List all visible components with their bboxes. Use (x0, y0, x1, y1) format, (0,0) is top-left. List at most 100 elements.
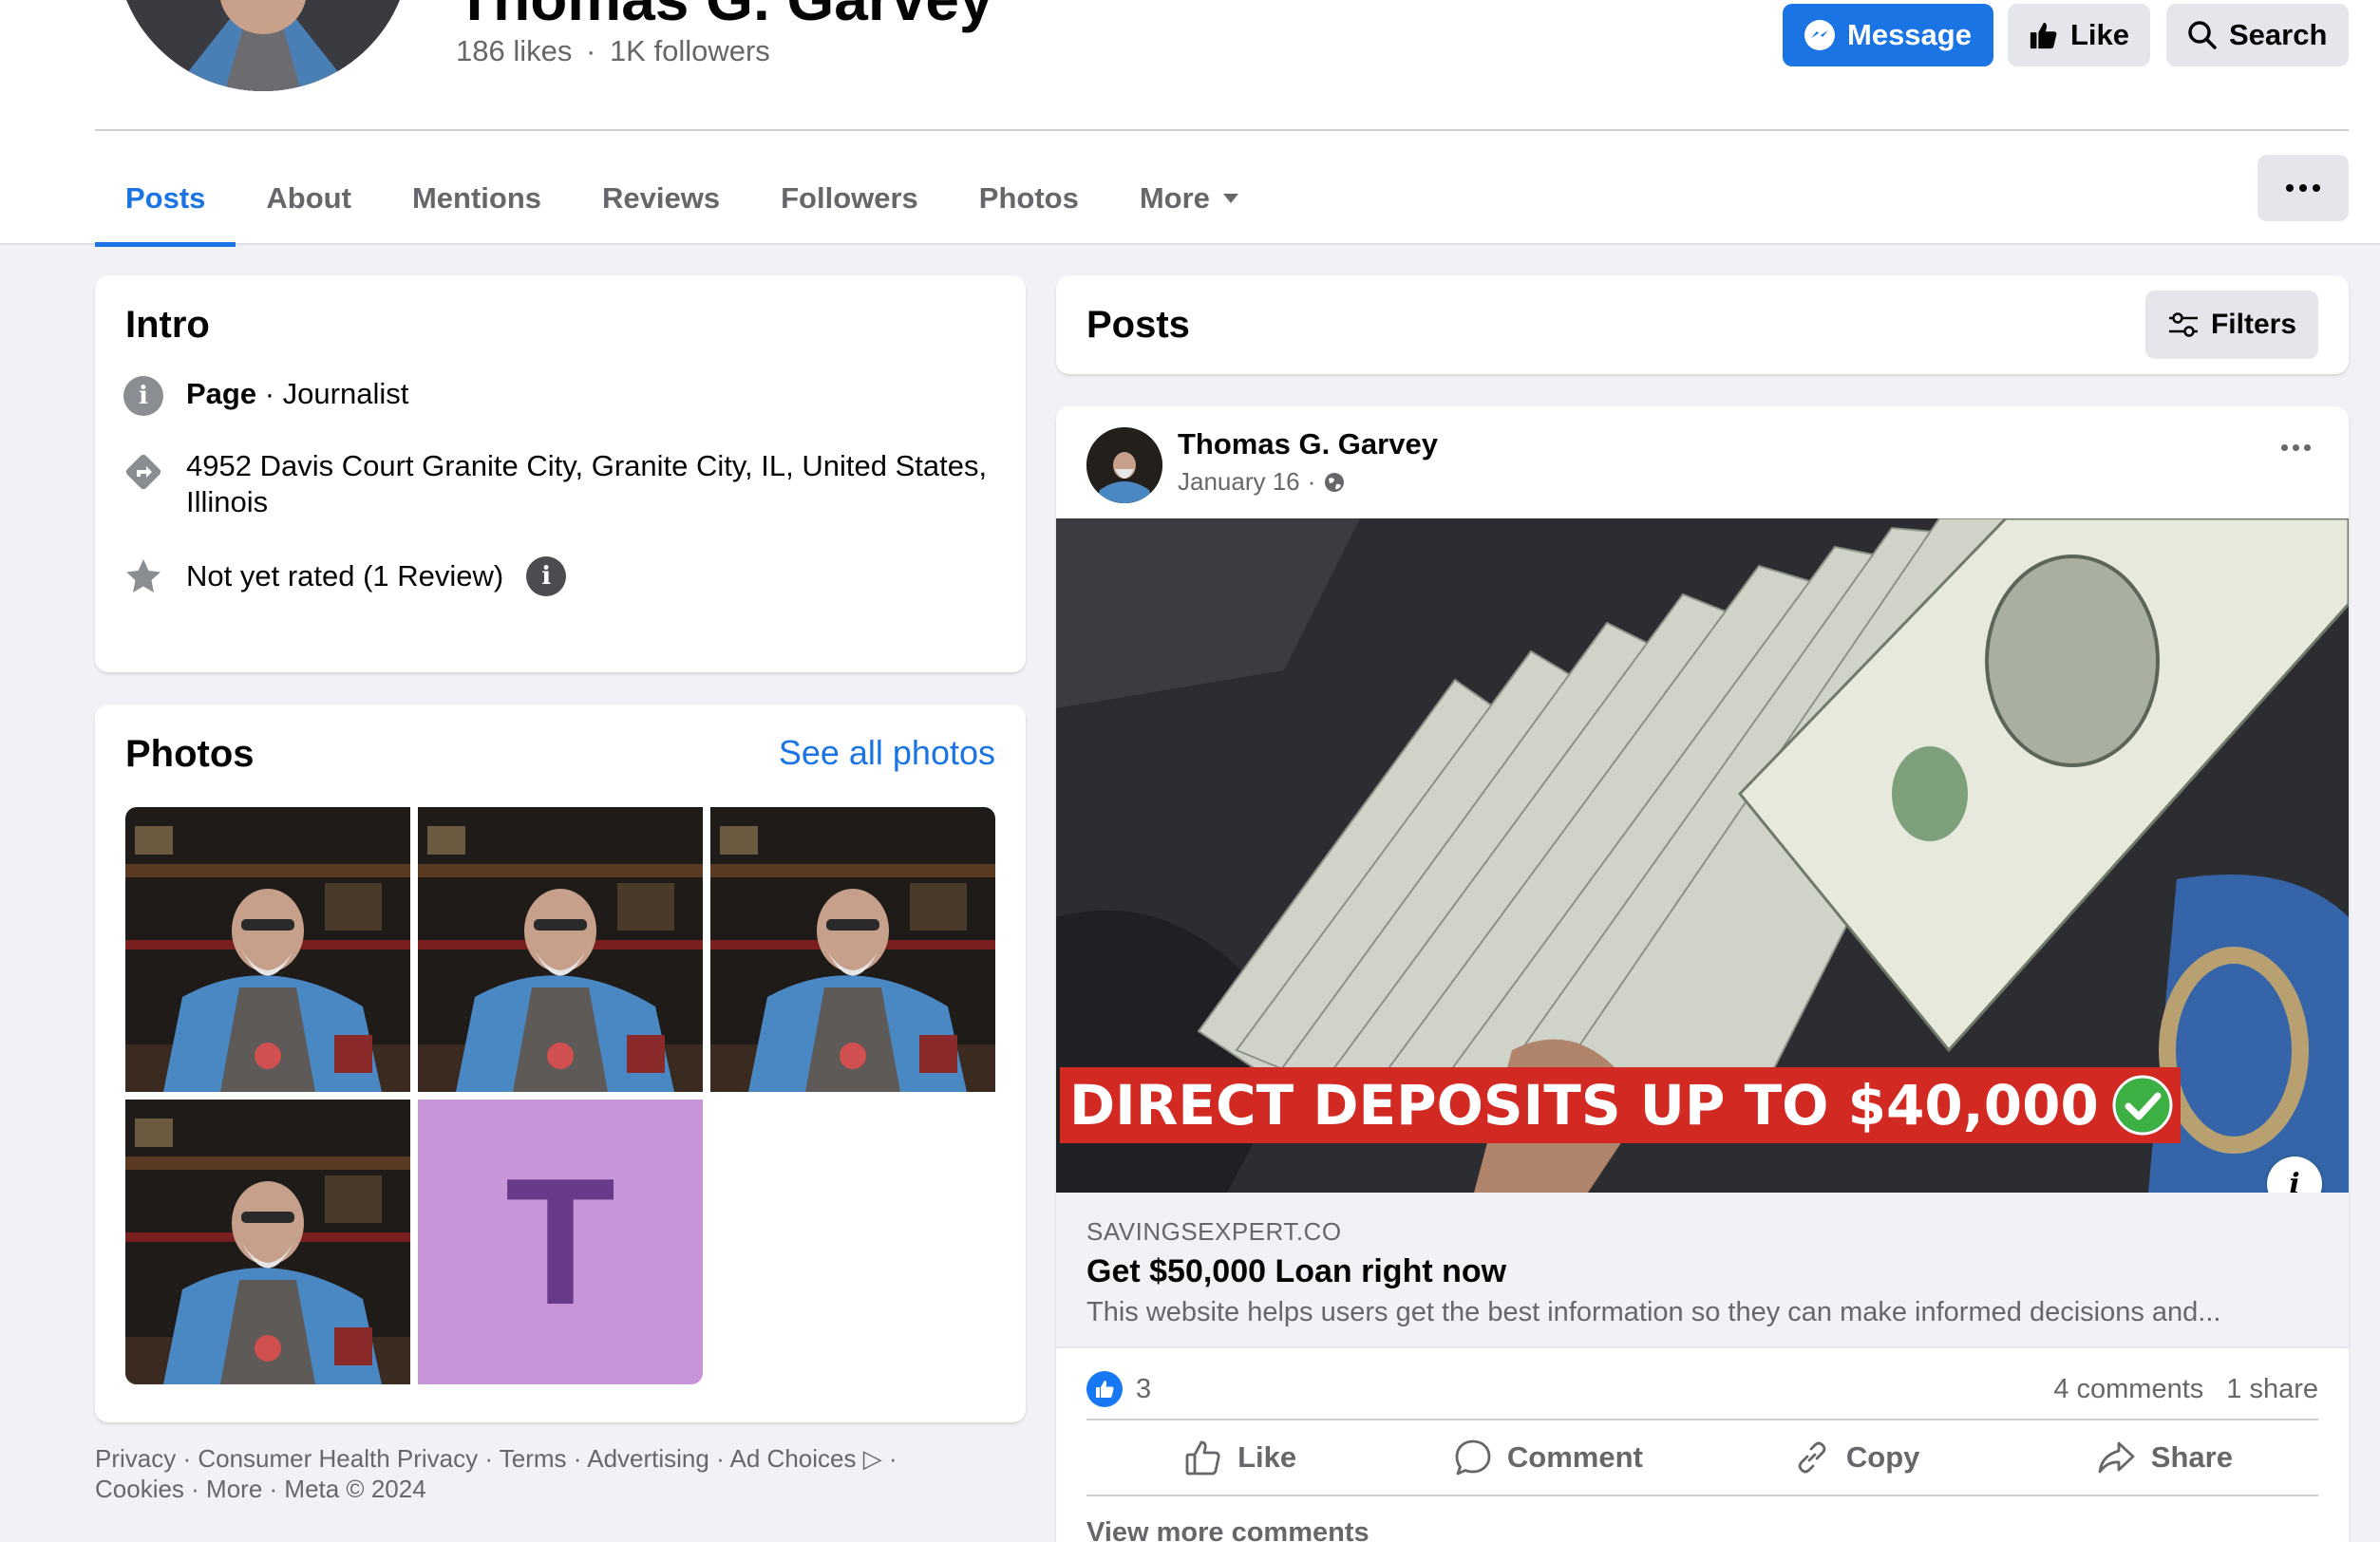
tab-followers[interactable]: Followers (750, 152, 949, 245)
tab-label: Posts (125, 181, 206, 215)
like-action-label: Like (1237, 1440, 1297, 1474)
footer-link-privacy[interactable]: Privacy (95, 1444, 176, 1473)
comment-action-button[interactable]: Comment (1394, 1420, 1702, 1495)
photos-title: Photos (125, 733, 255, 775)
directions-icon (125, 454, 161, 490)
likes-count[interactable]: 186 likes (456, 34, 572, 67)
tab-posts[interactable]: Posts (95, 152, 236, 247)
tab-label: Followers (781, 181, 918, 215)
footer-link-more[interactable]: More (206, 1475, 262, 1503)
photo-letter-tile[interactable]: T (418, 1100, 703, 1384)
intro-address: 4952 Davis Court Granite City, Granite C… (123, 448, 997, 520)
post-author-name[interactable]: Thomas G. Garvey (1178, 427, 1438, 461)
star-icon (126, 559, 161, 592)
footer-link-advertising[interactable]: Advertising (587, 1444, 709, 1473)
intro-title: Intro (125, 304, 210, 346)
post-actions: Like Comment Copy Share (1086, 1419, 2318, 1496)
link-icon (1798, 1441, 1826, 1474)
comments-count[interactable]: 4 comments (2053, 1374, 2203, 1405)
tab-more[interactable]: More (1109, 152, 1269, 245)
comment-icon (1455, 1439, 1491, 1476)
footer-line-1: Privacy · Consumer Health Privacy · Term… (95, 1444, 897, 1473)
filters-icon (2168, 312, 2198, 337)
post-author-avatar[interactable] (1086, 427, 1162, 503)
photo-thumbnail[interactable] (418, 807, 703, 1092)
view-more-comments-link[interactable]: View more comments (1086, 1517, 1369, 1542)
tab-photos[interactable]: Photos (949, 152, 1109, 245)
search-page-button[interactable]: Search (2166, 4, 2349, 66)
see-all-photos-link[interactable]: See all photos (779, 733, 995, 773)
ellipsis-dot (2299, 184, 2307, 192)
photo-thumbnail[interactable] (125, 1100, 410, 1384)
ad-choices-icon: ▷ (862, 1444, 882, 1473)
profile-avatar[interactable] (116, 0, 410, 91)
link-preview[interactable]: SAVINGSEXPERT.CO Get $50,000 Loan right … (1056, 1193, 2349, 1348)
banner-text: DIRECT DEPOSITS UP TO $40,000 (1069, 1073, 2099, 1138)
tab-label: More (1139, 181, 1210, 215)
link-description: This website helps users get the best in… (1086, 1297, 2221, 1327)
intro-category: i Page · Journalist (123, 376, 408, 416)
page-footer: Privacy · Consumer Health Privacy · Term… (95, 1443, 1045, 1504)
category-value: · Journalist (256, 377, 409, 410)
rating-info-icon[interactable]: i (526, 556, 567, 596)
message-label: Message (1847, 18, 1972, 51)
thumbs-up-outline-icon (1185, 1440, 1220, 1476)
share-action-button[interactable]: Share (2011, 1420, 2318, 1495)
photo-image (125, 807, 410, 1092)
letter-tile-text: T (504, 1141, 616, 1343)
ellipsis-icon (2286, 184, 2294, 192)
posts-title: Posts (1086, 304, 1190, 346)
link-title: Get $50,000 Loan right now (1086, 1253, 1507, 1289)
stats-separator: · (585, 34, 596, 67)
category-label: Page (186, 377, 257, 410)
checkmark-icon (2112, 1075, 2173, 1136)
like-action-button[interactable]: Like (1086, 1420, 1394, 1495)
ellipsis-dot (2293, 444, 2299, 451)
tab-reviews[interactable]: Reviews (572, 152, 750, 245)
footer-link-ad-choices[interactable]: Ad Choices (730, 1444, 857, 1473)
copy-action-label: Copy (1845, 1440, 1920, 1474)
post-date-separator: · (1307, 467, 1316, 496)
ad-banner: DIRECT DEPOSITS UP TO $40,000 (1060, 1067, 2181, 1143)
copy-action-button[interactable]: Copy (1703, 1420, 2011, 1495)
link-domain: SAVINGSEXPERT.CO (1086, 1217, 1342, 1246)
message-button[interactable]: Message (1783, 4, 1993, 66)
photo-thumbnail[interactable] (710, 807, 995, 1092)
comment-action-label: Comment (1506, 1440, 1643, 1474)
followers-count[interactable]: 1K followers (610, 34, 770, 67)
like-label: Like (2069, 18, 2129, 51)
post-options-button[interactable] (2281, 444, 2311, 451)
post-date[interactable]: January 16 (1178, 467, 1300, 497)
ellipsis-dot (2313, 184, 2320, 192)
photo-thumbnail[interactable] (125, 807, 410, 1092)
share-action-label: Share (2150, 1440, 2233, 1474)
ellipsis-dot (2304, 444, 2311, 451)
more-options-button[interactable] (2257, 155, 2349, 221)
tab-about[interactable]: About (236, 152, 382, 245)
search-icon (2188, 21, 2217, 49)
post-meta: January 16 · (1178, 467, 1346, 497)
photos-card: Photos See all photos T (95, 705, 1026, 1422)
like-page-button[interactable]: Like (2008, 4, 2150, 66)
share-icon (2098, 1441, 2135, 1474)
footer-link-cookies[interactable]: Cookies (95, 1475, 184, 1503)
category-text: Page · Journalist (186, 376, 408, 412)
post-card: Thomas G. Garvey January 16 · DIRECT DEP… (1056, 406, 2349, 1542)
info-icon: i (123, 376, 163, 416)
footer-copyright: Meta © 2024 (284, 1475, 426, 1503)
photo-image (125, 1100, 410, 1384)
tab-mentions[interactable]: Mentions (382, 152, 572, 245)
footer-link-terms[interactable]: Terms (500, 1444, 567, 1473)
page-header: Thomas G. Garvey 186 likes · 1K follower… (0, 0, 2380, 247)
filters-button[interactable]: Filters (2145, 291, 2318, 359)
post-ad-image[interactable]: DIRECT DEPOSITS UP TO $40,000 (1056, 518, 2349, 1193)
footer-line-2: Cookies · More · Meta © 2024 (95, 1475, 426, 1503)
reaction-count[interactable]: 3 (1136, 1374, 1151, 1405)
like-reaction-icon[interactable] (1086, 1371, 1123, 1407)
footer-link-health-privacy[interactable]: Consumer Health Privacy (198, 1444, 478, 1473)
shares-count[interactable]: 1 share (2226, 1374, 2318, 1405)
profile-tabs: Posts About Mentions Reviews Followers P… (95, 152, 1269, 247)
globe-icon (1325, 472, 1345, 492)
header-divider (95, 129, 2349, 131)
engagement-counts: 4 comments 1 share (2053, 1374, 2318, 1405)
